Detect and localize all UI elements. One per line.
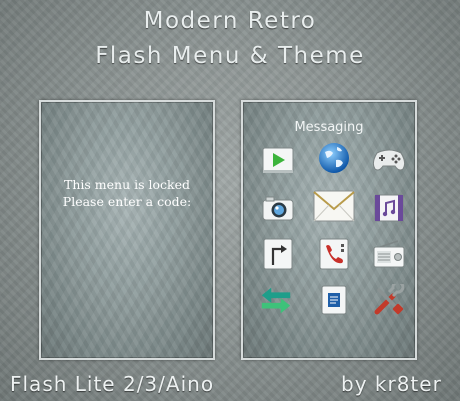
lock-message-line2: Please enter a code: <box>62 194 192 209</box>
camera-icon[interactable] <box>260 190 296 226</box>
document-icon[interactable] <box>316 282 352 318</box>
author-label: by kr8ter <box>341 372 442 396</box>
phone-call-icon[interactable] <box>316 236 352 272</box>
lock-screen-preview: This menu is locked Please enter a code: <box>39 100 215 360</box>
settings-tools-icon[interactable] <box>371 282 407 318</box>
globe-icon[interactable] <box>316 140 352 176</box>
gamepad-icon[interactable] <box>371 142 407 178</box>
lock-message-line1: This menu is locked <box>64 177 190 192</box>
menu-screen-preview: Messaging <box>241 100 417 360</box>
music-icon[interactable] <box>371 190 407 226</box>
platform-label: Flash Lite 2/3/Aino <box>10 372 215 396</box>
navigation-icon[interactable] <box>260 236 296 272</box>
envelope-icon[interactable] <box>312 186 356 226</box>
radio-icon[interactable] <box>371 236 407 272</box>
page-subtitle: Flash Menu & Theme <box>95 43 365 69</box>
video-player-icon[interactable] <box>260 142 296 178</box>
lock-message: This menu is locked Please enter a code: <box>41 176 213 210</box>
menu-title: Messaging <box>294 120 364 135</box>
page-title: Modern Retro <box>143 8 317 34</box>
sync-arrows-icon[interactable] <box>258 282 294 318</box>
